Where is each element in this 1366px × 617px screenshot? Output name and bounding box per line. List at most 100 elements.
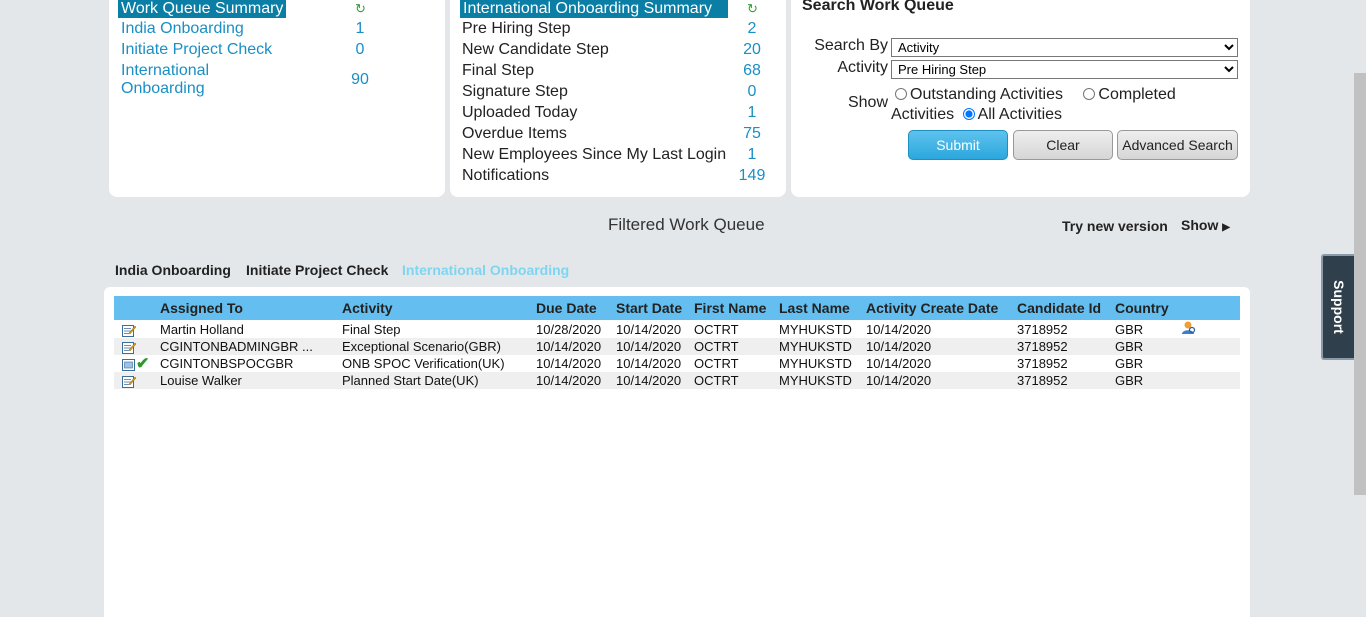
tab-international-onboarding[interactable]: International Onboarding <box>402 262 569 278</box>
country-cell: GBR <box>1115 373 1144 388</box>
summary-item-count[interactable]: 75 <box>732 125 772 143</box>
last-name-cell: MYHUKSTD <box>779 373 852 388</box>
assigned-to-cell[interactable]: Louise Walker <box>160 372 342 389</box>
caret-right-icon: ▶ <box>1222 222 1230 233</box>
start-date-cell: 10/14/2020 <box>616 356 682 371</box>
tab-initiate-project-check[interactable]: Initiate Project Check <box>246 262 388 278</box>
work-queue-table-panel: Assigned To Activity Due Date Start Date… <box>104 287 1250 617</box>
all-activities-radio[interactable] <box>962 108 975 120</box>
search-work-queue-panel: Search Work Queue Search By Activity Act… <box>791 0 1250 197</box>
search-work-queue-title: Search Work Queue <box>802 0 954 14</box>
edit-document-icon[interactable] <box>122 341 136 355</box>
due-date-cell: 10/14/2020 <box>536 373 602 388</box>
column-header[interactable]: Candidate Id <box>1017 296 1115 320</box>
summary-item-label: Signature Step <box>462 83 568 100</box>
outstanding-radio[interactable] <box>895 88 907 100</box>
user-search-icon[interactable] <box>1181 320 1197 335</box>
assigned-to-cell[interactable]: Martin Holland <box>160 320 342 338</box>
row-icons: ✔ <box>114 355 160 372</box>
column-header[interactable]: Assigned To <box>160 296 342 320</box>
show-toggle[interactable]: Show ▶ <box>1181 217 1230 233</box>
create-date-cell: 10/14/2020 <box>866 356 932 371</box>
completed-radio[interactable] <box>1083 88 1096 100</box>
due-date-cell: 10/28/2020 <box>536 321 602 337</box>
table-header-row: Assigned To Activity Due Date Start Date… <box>114 296 1240 320</box>
first-name-cell: OCTRT <box>694 356 739 371</box>
summary-item-label: New Employees Since My Last Login <box>462 146 727 163</box>
column-header[interactable]: Country <box>1115 296 1181 320</box>
support-tab[interactable]: Support <box>1321 254 1354 360</box>
tab-india-onboarding[interactable]: India Onboarding <box>115 262 231 278</box>
wq-count-international-onboarding[interactable]: 90 <box>340 71 380 89</box>
clear-button[interactable]: Clear <box>1013 130 1113 160</box>
wq-count-initiate-project-check[interactable]: 0 <box>340 41 380 59</box>
wq-item-international-onboarding[interactable]: International Onboarding <box>121 62 209 98</box>
first-name-cell: OCTRT <box>694 373 739 388</box>
column-header[interactable]: Start Date <box>616 296 694 320</box>
row-icons <box>114 372 160 389</box>
submit-button[interactable]: Submit <box>908 130 1008 160</box>
view-document-icon[interactable] <box>122 358 136 372</box>
due-date-cell: 10/14/2020 <box>536 356 602 371</box>
activity-cell: ONB SPOC Verification(UK) <box>342 356 505 371</box>
candidate-id-cell: 3718952 <box>1017 321 1068 337</box>
summary-item-label: New Candidate Step <box>462 41 609 58</box>
last-name-cell: MYHUKSTD <box>779 356 852 371</box>
table-row[interactable]: Louise Walker Planned Start Date(UK) 10/… <box>114 372 1240 389</box>
wq-item-india-onboarding[interactable]: India Onboarding <box>121 20 244 38</box>
last-name-cell: MYHUKSTD <box>779 339 852 354</box>
activity-select[interactable]: Pre Hiring Step <box>891 60 1238 79</box>
wq-item-initiate-project-check[interactable]: Initiate Project Check <box>121 41 272 59</box>
column-header <box>1181 296 1240 320</box>
activity-cell: Exceptional Scenario(GBR) <box>342 339 501 354</box>
assigned-to-cell[interactable]: CGINTONBSPOCGBR <box>160 355 342 372</box>
summary-item-count[interactable]: 20 <box>732 41 772 59</box>
column-header[interactable]: Due Date <box>536 296 616 320</box>
advanced-search-button[interactable]: Advanced Search <box>1117 130 1238 160</box>
assigned-to-cell[interactable]: CGINTONBADMINGBR ... <box>160 338 342 355</box>
activity-cell: Final Step <box>342 321 401 337</box>
refresh-icon[interactable]: ↻ <box>355 1 366 17</box>
intl-onboarding-summary-panel: International Onboarding Summary ↻ Pre H… <box>450 0 786 197</box>
summary-item-count[interactable]: 1 <box>732 104 772 122</box>
table-row[interactable]: Martin Holland Final Step 10/28/2020 10/… <box>114 320 1240 338</box>
wq-count-india-onboarding[interactable]: 1 <box>340 20 380 38</box>
column-header[interactable]: Last Name <box>779 296 866 320</box>
table-row[interactable]: ✔ CGINTONBSPOCGBR ONB SPOC Verification(… <box>114 355 1240 372</box>
column-header[interactable]: First Name <box>694 296 779 320</box>
summary-item-count[interactable]: 2 <box>732 20 772 38</box>
candidate-id-cell: 3718952 <box>1017 373 1068 388</box>
summary-item-count[interactable]: 68 <box>732 62 772 80</box>
column-header[interactable]: Activity <box>342 296 536 320</box>
first-name-cell: OCTRT <box>694 339 739 354</box>
work-queue-summary-panel: Work Queue Summary ↻ India Onboarding 1 … <box>109 0 445 197</box>
summary-item-label: Overdue Items <box>462 125 567 142</box>
table-row[interactable]: CGINTONBADMINGBR ... Exceptional Scenari… <box>114 338 1240 355</box>
support-label: Support <box>1330 280 1347 334</box>
create-date-cell: 10/14/2020 <box>866 321 932 337</box>
due-date-cell: 10/14/2020 <box>536 339 602 354</box>
filtered-work-queue-title: Filtered Work Queue <box>608 215 765 234</box>
summary-item-count[interactable]: 0 <box>732 83 772 101</box>
outstanding-label: Outstanding Activities <box>910 86 1063 103</box>
show-label: Show <box>847 94 888 111</box>
try-new-version-link[interactable]: Try new version <box>1062 218 1168 234</box>
person-icon-cell <box>1181 320 1240 338</box>
work-queue-table: Assigned To Activity Due Date Start Date… <box>114 296 1240 389</box>
column-header[interactable]: Activity Create Date <box>866 296 1017 320</box>
edit-document-icon[interactable] <box>122 324 136 337</box>
summary-item-label: Uploaded Today <box>462 104 578 121</box>
summary-item-count[interactable]: 149 <box>732 167 772 185</box>
summary-item-count[interactable]: 1 <box>732 146 772 164</box>
row-icons <box>114 320 160 338</box>
search-by-select[interactable]: Activity <box>891 38 1238 57</box>
wq-item-label-line1: International <box>121 62 210 79</box>
wq-item-label-line2: Onboarding <box>121 80 205 97</box>
edit-document-icon[interactable] <box>122 375 136 389</box>
country-cell: GBR <box>1115 321 1144 337</box>
empty-cell <box>1181 372 1240 389</box>
column-header <box>114 296 160 320</box>
refresh-icon[interactable]: ↻ <box>747 1 758 17</box>
page-scrollbar[interactable] <box>1354 73 1366 495</box>
empty-cell <box>1181 338 1240 355</box>
